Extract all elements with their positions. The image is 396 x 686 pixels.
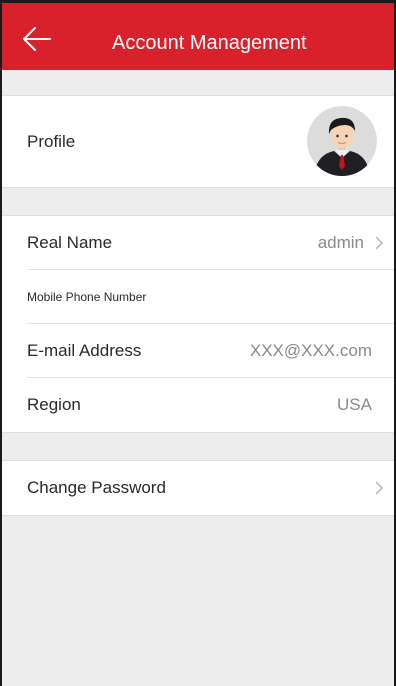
arrow-left-icon xyxy=(23,27,51,51)
mobile-phone-label: Mobile Phone Number xyxy=(27,289,147,304)
change-password-label: Change Password xyxy=(27,478,166,497)
real-name-row[interactable]: Real Name admin xyxy=(27,216,394,270)
app-screen: Account Management Profile Real Name adm… xyxy=(0,0,396,686)
chevron-right-icon xyxy=(374,480,384,496)
security-section: Change Password xyxy=(2,460,394,516)
real-name-label: Real Name xyxy=(27,232,113,252)
page-title: Account Management xyxy=(112,32,307,54)
profile-row[interactable]: Profile xyxy=(2,96,394,187)
chevron-right-icon xyxy=(374,235,384,251)
real-name-value: admin xyxy=(317,232,364,252)
region-row[interactable]: Region USA xyxy=(27,378,394,432)
region-label: Region xyxy=(27,395,81,414)
avatar[interactable] xyxy=(307,106,377,176)
info-section: Real Name admin Mobile Phone Number E-ma… xyxy=(2,215,394,433)
email-row[interactable]: E-mail Address XXX@XXX.com xyxy=(27,324,394,378)
region-value: USA xyxy=(337,395,372,414)
app-header: Account Management xyxy=(2,0,394,70)
section-spacer xyxy=(2,433,394,460)
change-password-row[interactable]: Change Password xyxy=(27,461,394,515)
profile-label: Profile xyxy=(27,131,76,151)
empty-area xyxy=(2,516,394,686)
email-value: XXX@XXX.com xyxy=(249,340,372,360)
profile-section: Profile xyxy=(2,95,394,188)
email-label: E-mail Address xyxy=(27,340,142,360)
section-spacer xyxy=(2,70,394,95)
section-spacer xyxy=(2,188,394,215)
mobile-phone-row[interactable]: Mobile Phone Number xyxy=(27,270,394,324)
user-avatar-icon xyxy=(307,106,377,176)
back-button[interactable] xyxy=(20,17,64,57)
